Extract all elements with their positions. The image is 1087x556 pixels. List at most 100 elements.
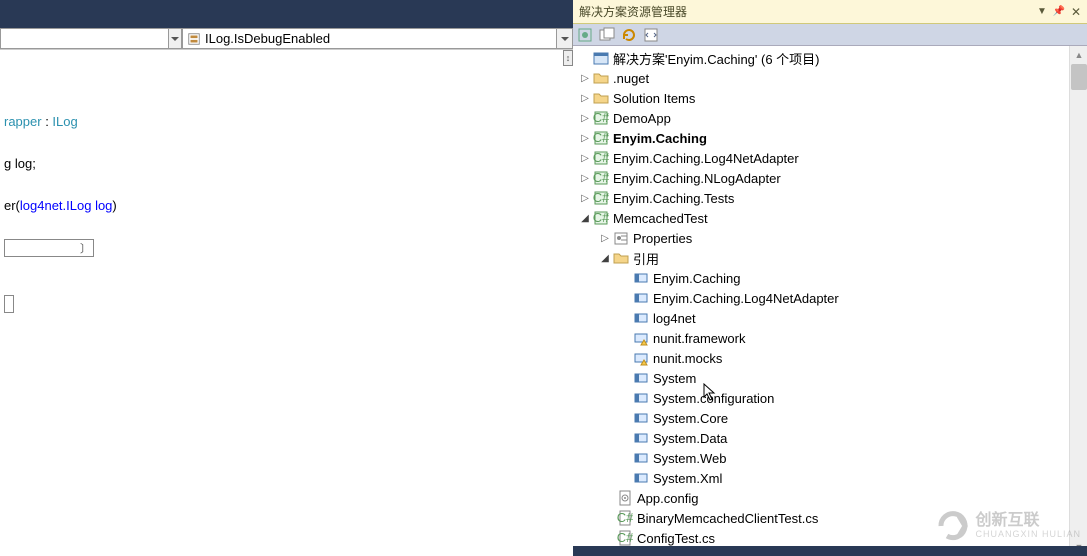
reference-warn-icon bbox=[633, 350, 649, 366]
tree-scrollbar[interactable]: ▲ ▼ bbox=[1069, 46, 1087, 556]
csharp-file-icon: C# bbox=[617, 530, 633, 546]
config-file-icon bbox=[617, 490, 633, 506]
ref-system-core[interactable]: System.Core bbox=[573, 408, 1087, 428]
solution-node[interactable]: 解决方案'Enyim.Caching' (6 个项目) bbox=[573, 48, 1087, 68]
reference-icon bbox=[633, 370, 649, 386]
watermark-title: 创新互联 bbox=[975, 513, 1081, 529]
solution-icon bbox=[593, 50, 609, 66]
reference-icon bbox=[633, 270, 649, 286]
folder-nuget[interactable]: .nuget bbox=[573, 68, 1087, 88]
expand-icon[interactable] bbox=[577, 173, 593, 184]
close-icon[interactable]: ✕ bbox=[1069, 5, 1083, 19]
refresh-icon[interactable] bbox=[621, 27, 637, 43]
csproj-icon: C# bbox=[593, 110, 609, 126]
ref-system-xml[interactable]: System.Xml bbox=[573, 468, 1087, 488]
panel-title-text: 解决方案资源管理器 bbox=[577, 3, 1032, 20]
reference-icon bbox=[633, 470, 649, 486]
folder-icon bbox=[593, 70, 609, 86]
reference-icon bbox=[633, 430, 649, 446]
reference-icon bbox=[633, 310, 649, 326]
svg-text:C#: C# bbox=[617, 530, 633, 545]
show-all-icon[interactable] bbox=[599, 27, 615, 43]
ref-enyim-caching[interactable]: Enyim.Caching bbox=[573, 268, 1087, 288]
project-nlog-adapter[interactable]: C#Enyim.Caching.NLogAdapter bbox=[573, 168, 1087, 188]
ref-system[interactable]: System bbox=[573, 368, 1087, 388]
scope-combo[interactable] bbox=[0, 28, 168, 49]
navigation-bar: ILog.IsDebugEnabled bbox=[0, 28, 573, 50]
expand-icon[interactable] bbox=[577, 73, 593, 84]
project-enyim-caching[interactable]: C#Enyim.Caching bbox=[573, 128, 1087, 148]
ref-system-web[interactable]: System.Web bbox=[573, 448, 1087, 468]
folder-icon bbox=[593, 90, 609, 106]
svg-text:C#: C# bbox=[593, 170, 609, 185]
ref-system-configuration[interactable]: System.configuration bbox=[573, 388, 1087, 408]
csproj-icon: C# bbox=[593, 130, 609, 146]
scroll-up-arrow[interactable]: ▲ bbox=[1070, 46, 1087, 64]
reference-icon bbox=[633, 290, 649, 306]
csharp-file-icon: C# bbox=[617, 510, 633, 526]
watermark-logo: 创新互联 CHUANGXIN HULIAN bbox=[937, 510, 1081, 542]
ref-nunit-framework[interactable]: nunit.framework bbox=[573, 328, 1087, 348]
project-tests[interactable]: C#Enyim.Caching.Tests bbox=[573, 188, 1087, 208]
expand-icon[interactable] bbox=[577, 93, 593, 104]
code-editor[interactable]: rapper : ILogg log;er(log4net.ILog log) bbox=[0, 66, 573, 556]
solution-tree[interactable]: ▲ ▼ 解决方案'Enyim.Caching' (6 个项目) .nuget S… bbox=[573, 46, 1087, 556]
expand-icon[interactable] bbox=[577, 213, 593, 224]
reference-icon bbox=[633, 410, 649, 426]
watermark-sub: CHUANGXIN HULIAN bbox=[975, 529, 1081, 539]
ref-system-data[interactable]: System.Data bbox=[573, 428, 1087, 448]
expand-icon[interactable] bbox=[577, 133, 593, 144]
window-position-icon[interactable]: ▼ bbox=[1035, 5, 1049, 19]
folder-references[interactable]: 引用 bbox=[573, 248, 1087, 268]
scope-combo-dropdown[interactable] bbox=[168, 28, 182, 49]
status-bar-fragment bbox=[573, 546, 1087, 556]
split-handle[interactable] bbox=[563, 50, 573, 66]
reference-warn-icon bbox=[633, 330, 649, 346]
svg-text:C#: C# bbox=[593, 190, 609, 205]
csproj-icon: C# bbox=[593, 150, 609, 166]
solution-explorer-panel: 解决方案资源管理器 ▼ 📌 ✕ ▲ ▼ 解决方案'Enyim.Caching' … bbox=[573, 0, 1087, 556]
project-memcachedtest[interactable]: C#MemcachedTest bbox=[573, 208, 1087, 228]
node-label: 解决方案'Enyim.Caching' (6 个项目) bbox=[613, 49, 820, 68]
pin-icon[interactable]: 📌 bbox=[1052, 5, 1066, 19]
member-combo-text: ILog.IsDebugEnabled bbox=[205, 31, 330, 46]
scroll-thumb[interactable] bbox=[1071, 64, 1087, 90]
ref-log4netadapter[interactable]: Enyim.Caching.Log4NetAdapter bbox=[573, 288, 1087, 308]
csproj-icon: C# bbox=[593, 170, 609, 186]
svg-text:C#: C# bbox=[617, 510, 633, 525]
svg-text:C#: C# bbox=[593, 210, 609, 225]
svg-text:C#: C# bbox=[593, 130, 609, 145]
properties-folder-icon bbox=[613, 230, 629, 246]
svg-text:C#: C# bbox=[593, 150, 609, 165]
ref-log4net[interactable]: log4net bbox=[573, 308, 1087, 328]
file-app-config[interactable]: App.config bbox=[573, 488, 1087, 508]
csproj-icon: C# bbox=[593, 210, 609, 226]
collapsed-region[interactable] bbox=[4, 239, 94, 257]
view-code-icon[interactable] bbox=[643, 27, 659, 43]
reference-icon bbox=[633, 390, 649, 406]
expand-icon[interactable] bbox=[597, 233, 613, 244]
expand-icon[interactable] bbox=[577, 153, 593, 164]
csproj-icon: C# bbox=[593, 190, 609, 206]
code-line: rapper : ILogg log;er(log4net.ILog log) bbox=[4, 114, 117, 213]
project-log4net-adapter[interactable]: C#Enyim.Caching.Log4NetAdapter bbox=[573, 148, 1087, 168]
folder-solution-items[interactable]: Solution Items bbox=[573, 88, 1087, 108]
properties-icon[interactable] bbox=[577, 27, 593, 43]
property-icon bbox=[187, 32, 201, 46]
expand-icon[interactable] bbox=[577, 193, 593, 204]
panel-titlebar[interactable]: 解决方案资源管理器 ▼ 📌 ✕ bbox=[573, 0, 1087, 24]
member-combo[interactable]: ILog.IsDebugEnabled bbox=[182, 28, 557, 49]
reference-icon bbox=[633, 450, 649, 466]
solution-explorer-toolbar bbox=[573, 24, 1087, 46]
collapsed-region[interactable] bbox=[4, 295, 14, 313]
ref-nunit-mocks[interactable]: nunit.mocks bbox=[573, 348, 1087, 368]
expand-icon[interactable] bbox=[597, 253, 613, 264]
watermark-icon bbox=[937, 510, 969, 542]
editor-tabstrip bbox=[0, 0, 573, 28]
references-folder-icon bbox=[613, 250, 629, 266]
folder-properties[interactable]: Properties bbox=[573, 228, 1087, 248]
project-demoapp[interactable]: C#DemoApp bbox=[573, 108, 1087, 128]
member-combo-dropdown[interactable] bbox=[557, 28, 573, 49]
svg-text:C#: C# bbox=[593, 110, 609, 125]
expand-icon[interactable] bbox=[577, 113, 593, 124]
